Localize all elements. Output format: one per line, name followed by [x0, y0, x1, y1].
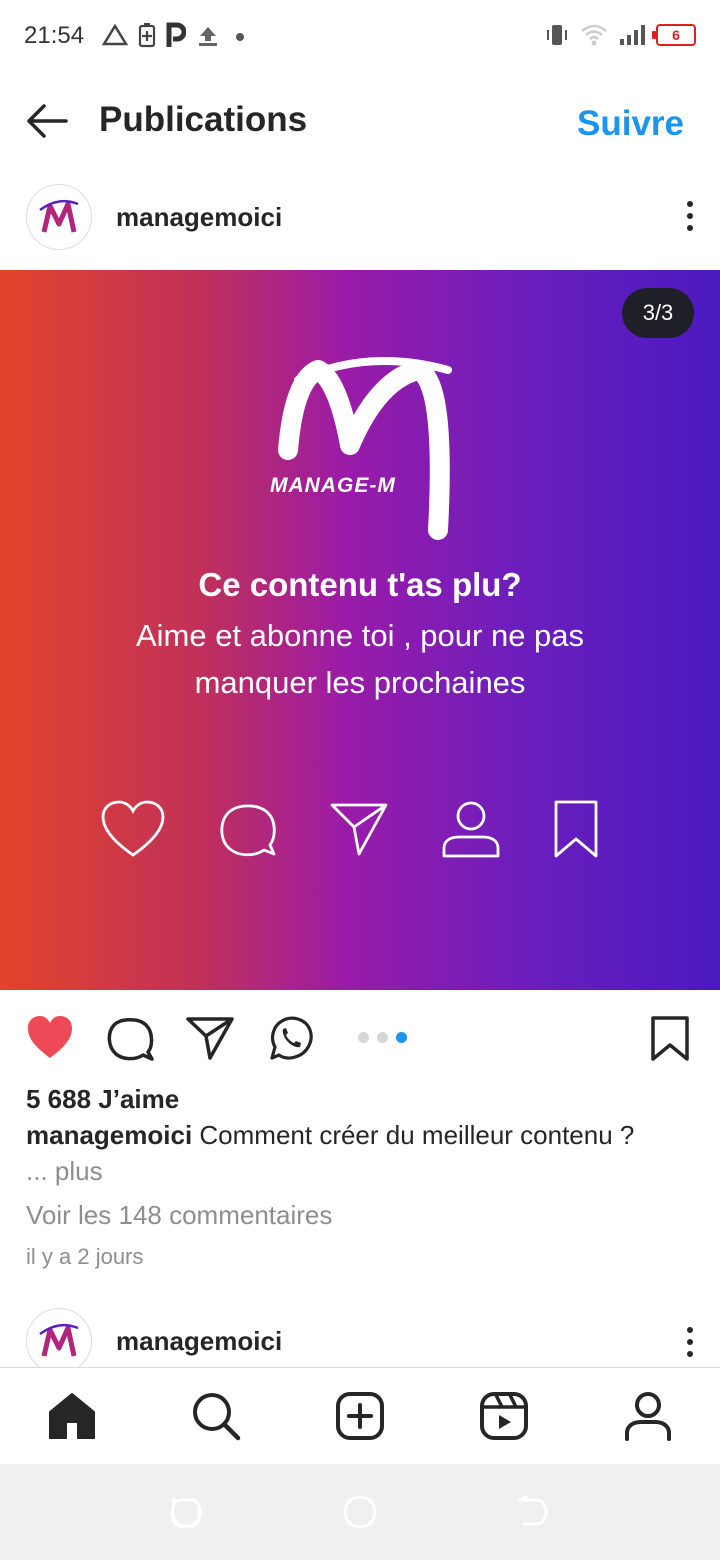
avatar[interactable]	[26, 1308, 92, 1368]
status-left-icons	[102, 22, 250, 48]
promo-body: Aime et abonne toi , pour ne pas manquer…	[135, 618, 585, 700]
post-actions	[0, 990, 720, 1084]
caption-text: Comment créer du meilleur contenu ?	[192, 1120, 635, 1150]
battery-icon: 6	[652, 24, 696, 46]
home-circle-icon[interactable]	[342, 1494, 378, 1530]
wifi-icon	[581, 24, 607, 46]
top-header: Publications Suivre	[0, 72, 720, 168]
system-nav-bar	[0, 1464, 720, 1560]
next-post-header: managemoici	[0, 1290, 720, 1368]
carousel-dot	[377, 1032, 388, 1043]
post-username[interactable]: managemoici	[116, 202, 282, 233]
search-icon[interactable]	[190, 1390, 242, 1442]
post-image[interactable]: 3/3 MANAGE-M Ce contenu t'as plu? Aime e…	[0, 270, 720, 990]
signal-icon	[620, 25, 645, 45]
vibrate-icon	[547, 25, 567, 45]
post-username[interactable]: managemoici	[116, 1326, 282, 1357]
avatar[interactable]	[26, 184, 92, 250]
promo-heading: Ce contenu t'as plu?	[198, 566, 522, 603]
more-options-icon[interactable]	[678, 1324, 702, 1364]
like-heart-icon[interactable]	[26, 1014, 74, 1062]
status-right-icons: 6	[544, 22, 696, 48]
comment-icon	[219, 804, 276, 857]
battery-saver-icon	[138, 23, 156, 48]
carousel-counter: 3/3	[622, 288, 694, 338]
carousel-dot-active	[396, 1032, 407, 1043]
caption-more-link[interactable]: ... plus	[26, 1156, 103, 1187]
share-send-icon[interactable]	[186, 1014, 234, 1062]
follow-button[interactable]: Suivre	[577, 104, 684, 144]
user-icon	[442, 801, 499, 858]
post-timestamp: il y a 2 jours	[26, 1244, 144, 1269]
profile-icon[interactable]	[622, 1390, 674, 1442]
carousel-dot	[358, 1032, 369, 1043]
bookmark-icon	[554, 800, 598, 858]
more-options-icon[interactable]	[678, 198, 702, 238]
send-icon	[330, 803, 388, 856]
save-bookmark-icon[interactable]	[646, 1014, 694, 1062]
carousel-dots	[358, 1032, 407, 1043]
dot-icon	[236, 33, 244, 41]
likes-count[interactable]: 5 688 J’aime	[26, 1084, 179, 1115]
alert-triangle-icon	[102, 23, 128, 46]
system-back-icon[interactable]	[514, 1494, 550, 1530]
whatsapp-icon[interactable]	[266, 1014, 314, 1062]
heart-icon	[101, 800, 165, 857]
post-header: managemoici	[0, 168, 720, 270]
brand-name: MANAGE-M	[270, 474, 396, 497]
brand-logo-icon	[39, 199, 79, 233]
caption: managemoici Comment créer du meilleur co…	[26, 1120, 706, 1151]
comment-icon[interactable]	[106, 1014, 154, 1062]
view-comments-link[interactable]: Voir les 148 commentaires	[26, 1200, 332, 1231]
create-post-icon[interactable]	[334, 1390, 386, 1442]
status-time: 21:54	[24, 22, 85, 49]
back-arrow-icon[interactable]	[22, 96, 72, 146]
brand-logo-icon	[39, 1323, 79, 1357]
reels-icon[interactable]	[478, 1390, 530, 1442]
promo-icons	[100, 796, 600, 862]
parking-icon	[166, 22, 186, 47]
caption-username[interactable]: managemoici	[26, 1120, 192, 1150]
home-icon[interactable]	[46, 1390, 98, 1442]
status-bar: 21:54 6	[0, 0, 720, 72]
bottom-nav	[0, 1367, 720, 1464]
page-title: Publications	[99, 100, 308, 139]
manage-moi-logo-icon	[278, 357, 452, 540]
recent-apps-icon[interactable]	[168, 1494, 204, 1530]
upload-icon	[199, 27, 217, 46]
